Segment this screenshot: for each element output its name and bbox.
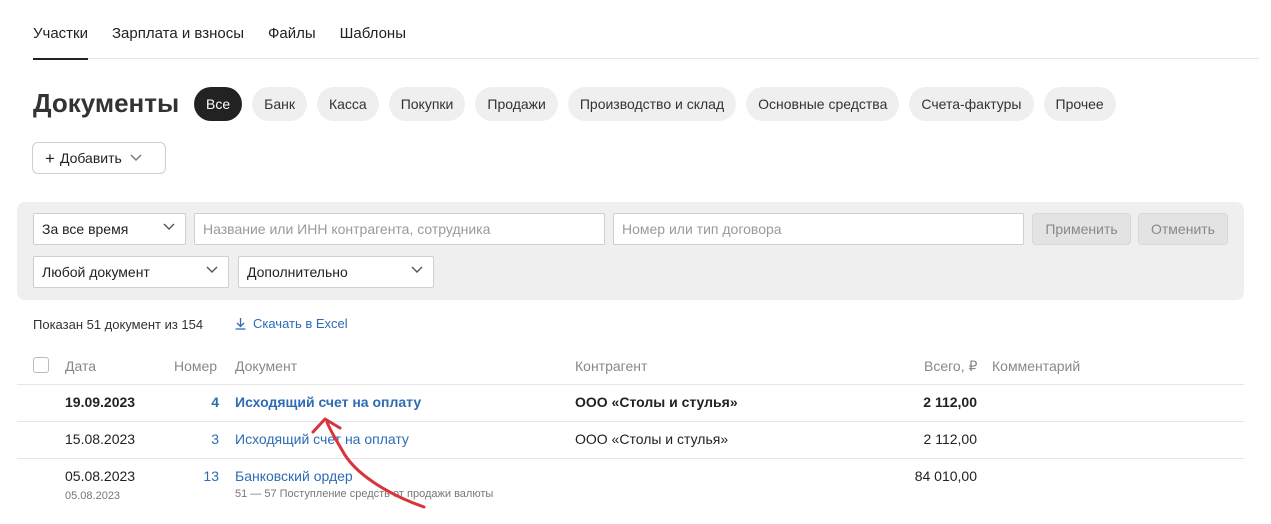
contractor-search-input[interactable]: Название или ИНН контрагента, сотрудника [194,213,605,245]
row-divider [17,458,1244,459]
column-header-number[interactable]: Номер [174,358,217,374]
row-contractor: ООО «Столы и стулья» [575,394,738,410]
download-icon [235,318,246,330]
row-divider [17,421,1244,422]
row-date: 19.09.2023 [65,394,136,410]
download-excel-link[interactable]: Скачать в Excel [234,316,348,331]
chip-all[interactable]: Все [194,87,243,121]
row-divider [17,384,1244,385]
chip-bank[interactable]: Банк [252,87,307,121]
tab-uchastki[interactable]: Участки [33,0,88,60]
tab-templates[interactable]: Шаблоны [340,0,406,59]
row-total: 2 112,00 [923,431,977,447]
row-document-link[interactable]: Банковский ордер [235,468,353,484]
row-document-subtitle: 51 — 57 Поступление средств от продажи в… [235,488,494,500]
chevron-down-icon [130,154,142,161]
chevron-down-icon [411,266,423,273]
column-header-total[interactable]: Всего, ₽ [924,358,977,375]
add-document-button[interactable]: + Добавить [32,142,166,174]
apply-button[interactable]: Применить [1032,213,1131,245]
plus-icon: + [45,148,55,168]
annotation-arrow [311,417,426,509]
column-header-date[interactable]: Дата [65,358,96,374]
column-header-document[interactable]: Документ [235,358,297,374]
chevron-down-icon [206,266,218,273]
row-document-link[interactable]: Исходящий счет на оплату [235,394,421,410]
chip-fixed-assets[interactable]: Основные средства [746,87,900,121]
period-select[interactable]: За все время [33,213,186,245]
document-type-select[interactable]: Любой документ [33,256,229,288]
chip-sales[interactable]: Продажи [475,87,558,121]
additional-filter-value: Дополнительно [247,264,348,280]
select-all-checkbox[interactable] [33,357,49,373]
column-header-contractor[interactable]: Контрагент [575,358,647,374]
additional-filter-select[interactable]: Дополнительно [238,256,434,288]
tab-salary[interactable]: Зарплата и взносы [112,0,244,59]
row-document-link[interactable]: Исходящий счет на оплату [235,431,409,447]
chip-purchases[interactable]: Покупки [388,87,466,121]
chip-production[interactable]: Производство и склад [567,87,737,121]
filter-panel: За все время Название или ИНН контрагент… [17,202,1244,300]
download-excel-label: Скачать в Excel [253,316,348,331]
chip-cash[interactable]: Касса [316,87,379,121]
row-contractor: ООО «Столы и стулья» [575,431,729,447]
document-type-value: Любой документ [42,264,150,280]
cancel-button[interactable]: Отменить [1138,213,1228,245]
category-filter-chips: Все Банк Касса Покупки Продажи Производс… [194,87,1116,121]
results-summary: Показан 51 документ из 154 [33,317,204,332]
period-select-value: За все время [42,221,129,237]
add-button-label: Добавить [59,150,122,166]
row-number[interactable]: 4 [189,394,219,410]
contract-search-placeholder: Номер или тип договора [622,221,782,237]
row-number[interactable]: 3 [189,431,219,447]
chip-invoices[interactable]: Счета-фактуры [909,87,1034,121]
row-total: 84 010,00 [914,468,977,484]
column-header-comment[interactable]: Комментарий [992,358,1080,374]
row-date-secondary: 05.08.2023 [65,490,121,502]
row-number[interactable]: 13 [189,468,219,484]
row-date: 05.08.2023 [65,468,136,484]
row-total: 2 112,00 [923,394,977,410]
contract-search-input[interactable]: Номер или тип договора [613,213,1024,245]
chip-other[interactable]: Прочее [1043,87,1116,121]
top-tabs: Участки Зарплата и взносы Файлы Шаблоны [33,0,1259,60]
contractor-search-placeholder: Название или ИНН контрагента, сотрудника [203,221,491,237]
chevron-down-icon [163,223,175,230]
page-title: Документы [33,88,180,118]
tab-files[interactable]: Файлы [268,0,316,59]
row-date: 15.08.2023 [65,431,136,447]
